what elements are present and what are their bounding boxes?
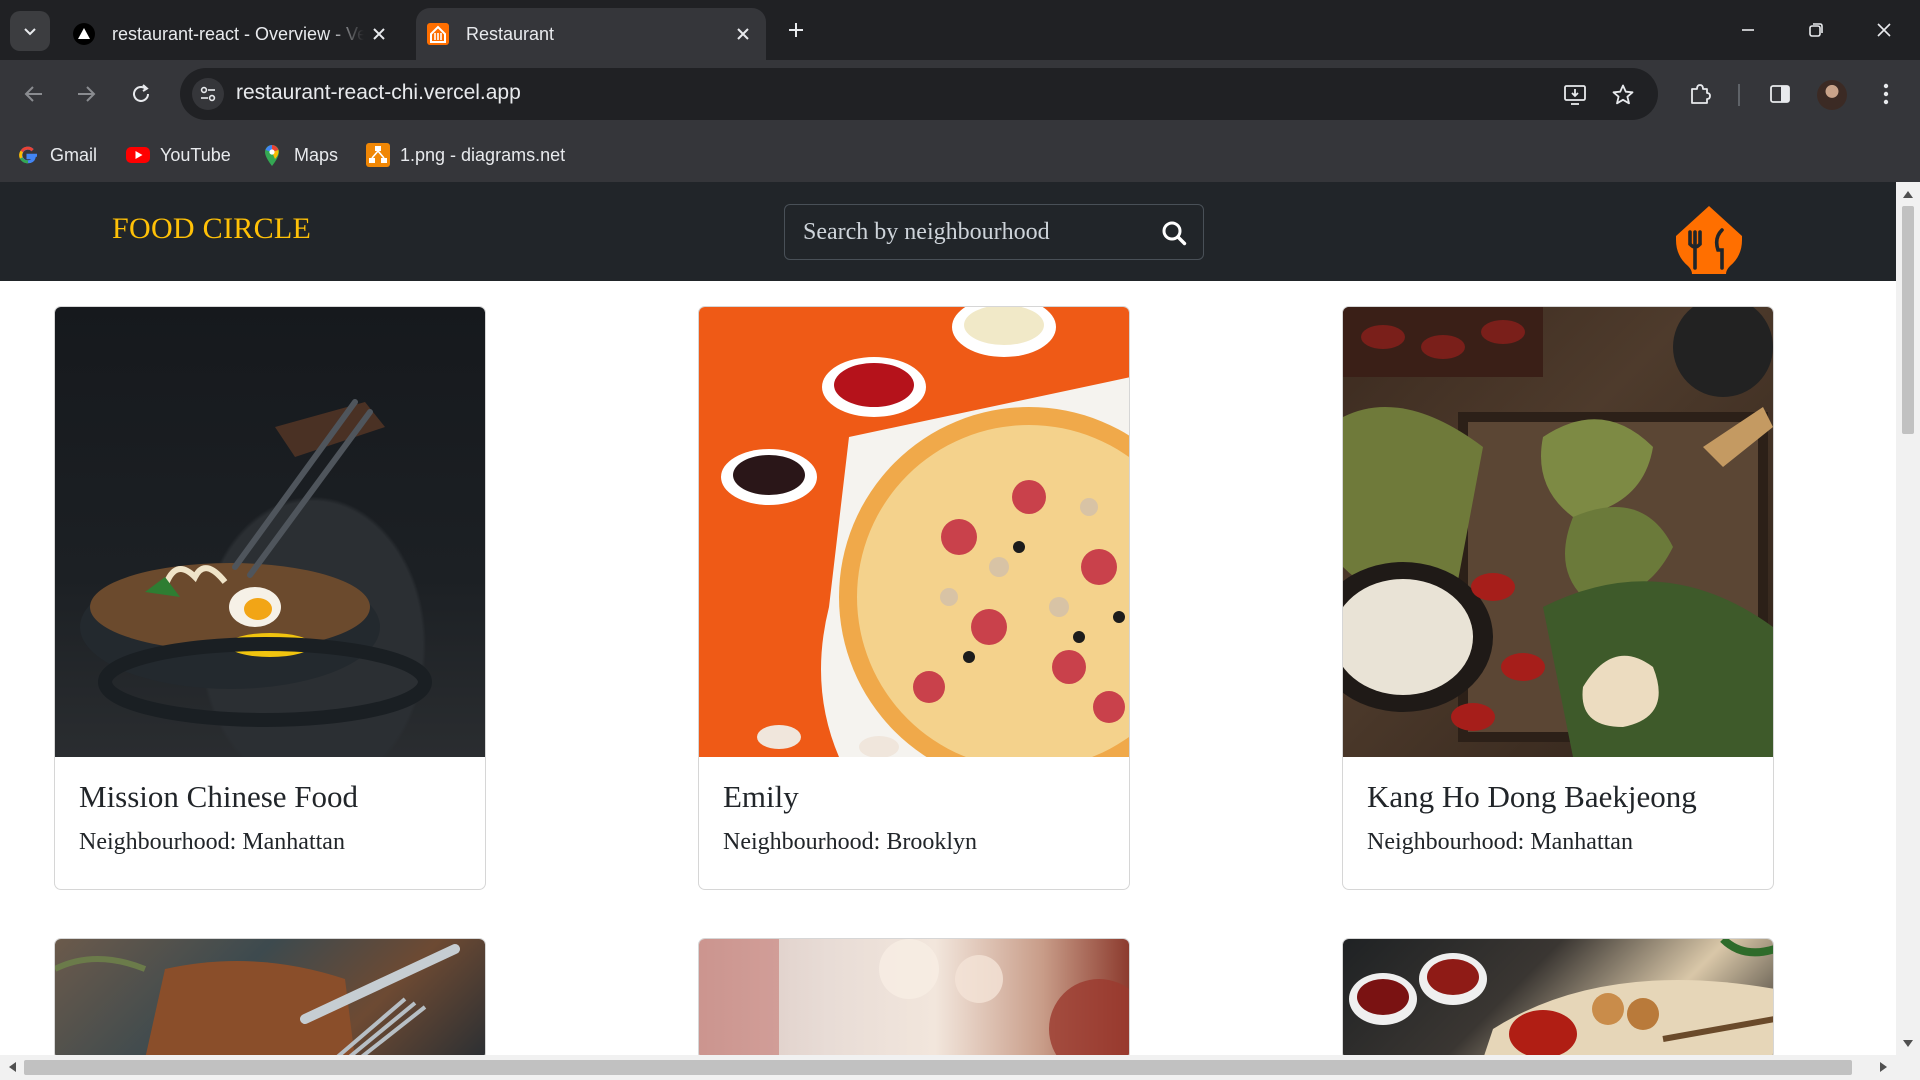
restaurant-logo-icon[interactable] [1668,202,1750,274]
chevron-down-icon [24,28,36,36]
bookmark-gmail[interactable]: Gmail [16,140,97,170]
restaurant-card[interactable]: Mission Chinese Food Neighbourhood: Manh… [54,306,486,890]
bookmark-label: Maps [294,144,339,165]
horizontal-scrollbar[interactable] [0,1055,1920,1080]
tab-strip: restaurant-react - Overview - Vercel Res… [0,0,1920,60]
bookmark-youtube[interactable]: YouTube [126,140,231,170]
minimize-icon [1742,29,1754,31]
site-settings-button[interactable] [192,78,224,110]
tune-icon [200,86,216,102]
restaurant-card[interactable] [698,938,1130,1055]
restaurant-neighbourhood: Neighbourhood: Manhattan [79,829,345,855]
vertical-scrollbar[interactable] [1896,182,1920,1055]
restaurant-card[interactable] [54,938,486,1055]
bookmarks-bar: Gmail YouTube Maps 1.png - diagrams.net [0,128,1920,182]
vercel-triangle-icon [72,22,96,46]
restaurant-card[interactable]: Kang Ho Dong Baekjeong Neighbourhood: Ma… [1342,306,1774,890]
restaurant-photo [55,939,485,1055]
tab-title: restaurant-react - Overview - Vercel [112,23,364,44]
puzzle-icon [1691,84,1711,104]
restaurant-card[interactable] [1342,938,1774,1055]
page-viewport: FOOD CIRCLE Search by neighbourhood Miss… [0,182,1896,1055]
close-tab-icon[interactable] [364,19,394,49]
restaurant-card[interactable]: Emily Neighbourhood: Brooklyn [698,306,1130,890]
close-icon [1877,23,1891,37]
new-tab-button[interactable] [780,14,812,46]
vertical-scroll-thumb[interactable] [1902,206,1914,434]
reload-button[interactable] [121,74,161,114]
search-input[interactable] [785,205,1145,259]
bookmark-maps[interactable]: Maps [260,140,338,170]
install-icon [1564,85,1586,105]
restaurant-name[interactable]: Mission Chinese Food [79,779,461,815]
close-tab-icon[interactable] [728,19,758,49]
scroll-down-icon[interactable] [1903,1040,1913,1048]
restaurant-name[interactable]: Kang Ho Dong Baekjeong [1367,779,1749,815]
bookmark-label: Gmail [50,144,98,165]
bookmark-star-button[interactable] [1608,80,1638,110]
site-navbar: FOOD CIRCLE [0,182,1896,281]
restore-button[interactable] [1794,10,1838,50]
restaurant-house-icon [426,22,450,46]
maps-icon [260,143,284,167]
arrow-left-icon [24,86,42,102]
scroll-right-icon[interactable] [1880,1062,1888,1072]
side-panel-button[interactable] [1762,76,1798,112]
tab-title: Restaurant [466,23,555,44]
bookmark-label: 1.png - diagrams.net [400,144,566,165]
scroll-left-icon[interactable] [8,1062,16,1072]
minimize-button[interactable] [1726,10,1770,50]
reload-icon [133,84,149,102]
restaurant-neighbourhood: Neighbourhood: Brooklyn [723,829,977,855]
scroll-up-icon[interactable] [1903,190,1913,198]
extensions-button[interactable] [1682,76,1718,112]
restaurant-neighbourhood: Neighbourhood: Manhattan [1367,829,1633,855]
back-button[interactable] [14,74,54,114]
url-text[interactable]: restaurant-react-chi.vercel.app [236,81,521,105]
restaurant-photo [1343,307,1773,757]
address-bar[interactable]: restaurant-react-chi.vercel.app [180,68,1658,120]
search-button[interactable] [1159,218,1189,248]
tab-restaurant[interactable]: Restaurant [416,8,766,60]
star-icon [1612,84,1634,105]
restaurant-name[interactable]: Emily [723,779,1105,815]
bookmark-diagrams[interactable]: 1.png - diagrams.net [366,140,565,170]
restaurant-photo [699,307,1129,757]
browser-menu-button[interactable] [1868,76,1904,112]
brand-title[interactable]: FOOD CIRCLE [112,212,311,246]
forward-button[interactable] [66,74,106,114]
browser-toolbar: restaurant-react-chi.vercel.app [0,60,1920,128]
google-icon [16,143,40,167]
arrow-right-icon [78,86,96,102]
restore-icon [1809,23,1823,37]
toolbar-divider [1738,84,1740,106]
plus-icon [789,23,803,37]
restaurant-photo [55,307,485,757]
close-window-button[interactable] [1862,10,1906,50]
restaurant-photo [699,939,1129,1055]
restaurant-photo [1343,939,1773,1055]
more-vertical-icon [1883,83,1889,105]
tab-search-button[interactable] [10,11,50,51]
tab-vercel-overview[interactable]: restaurant-react - Overview - Vercel [62,8,402,60]
install-app-button[interactable] [1560,80,1590,110]
youtube-icon [126,143,150,167]
side-panel-icon [1770,85,1790,103]
bookmark-label: YouTube [160,144,231,165]
search-icon [1162,221,1187,246]
diagrams-icon [366,143,390,167]
horizontal-scroll-thumb[interactable] [24,1060,1852,1075]
neighbourhood-search [784,204,1204,260]
profile-avatar[interactable] [1817,80,1847,110]
